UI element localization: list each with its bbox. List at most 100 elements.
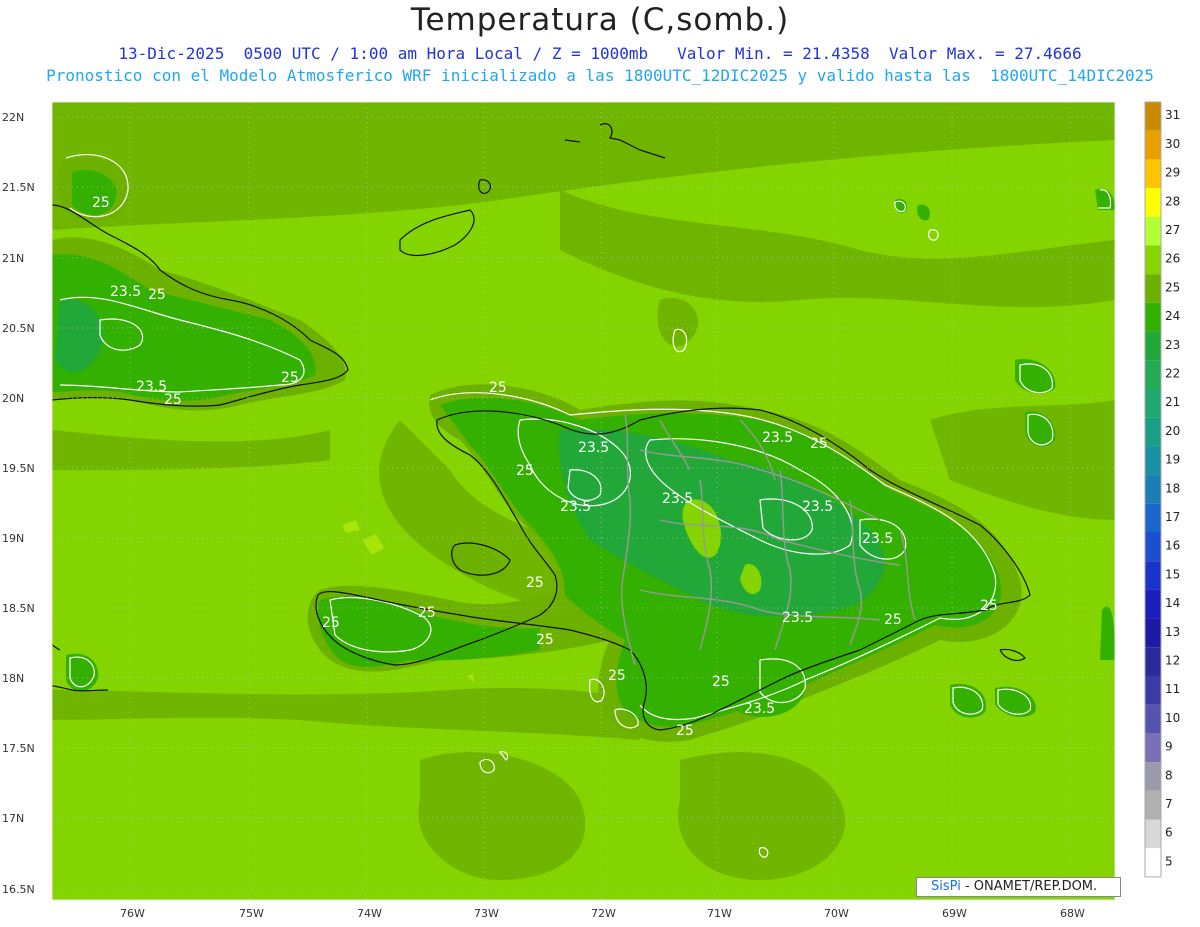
contour-label: 25: [526, 575, 544, 591]
lon-label: 68W: [1060, 907, 1085, 920]
colorbar-label: 11: [1165, 682, 1180, 696]
contour-label: 25: [92, 195, 110, 211]
colorbar-swatch: [1145, 790, 1161, 820]
lon-label: 71W: [707, 907, 732, 920]
colorbar-label: 21: [1165, 395, 1180, 409]
colorbar-swatch: [1145, 102, 1161, 131]
colorbar-label: 10: [1165, 711, 1180, 725]
contour-label: 25: [516, 463, 534, 479]
colorbar-swatch: [1145, 302, 1161, 332]
lat-label: 18N: [2, 672, 24, 685]
lon-label: 72W: [591, 907, 616, 920]
contour-label: 23.5: [782, 610, 813, 626]
lat-label: 16.5N: [2, 883, 35, 896]
lat-label: 20.5N: [2, 322, 35, 335]
colorbar-swatch: [1145, 159, 1161, 189]
colorbar-swatch: [1145, 647, 1161, 676]
colorbar-label: 30: [1165, 137, 1180, 151]
sispi-logo: SisPi: [931, 879, 961, 894]
colorbar-label: 29: [1165, 166, 1180, 180]
colorbar-label: 18: [1165, 481, 1180, 495]
colorbar-swatch: [1145, 446, 1161, 476]
colorbar-swatch: [1145, 503, 1161, 533]
colorbar-swatch: [1145, 245, 1161, 275]
colorbar-label: 9: [1165, 740, 1173, 754]
colorbar-label: 5: [1165, 854, 1173, 868]
colorbar-swatch: [1145, 561, 1161, 590]
colorbar-swatch: [1145, 762, 1161, 791]
contour-label: 25: [608, 668, 626, 684]
lat-label: 22N: [2, 111, 24, 124]
colorbar-label: 23: [1165, 338, 1180, 352]
colorbar-swatch: [1145, 532, 1161, 562]
contour-label: 25: [322, 615, 340, 631]
colorbar-swatch: [1145, 274, 1161, 303]
lat-label: 17N: [2, 812, 24, 825]
contour-label: 23.5: [578, 440, 609, 456]
colorbar-label: 24: [1165, 309, 1180, 323]
colorbar-swatch: [1145, 819, 1161, 849]
colorbar-swatch: [1145, 216, 1161, 246]
contour-label: 23.5: [744, 701, 775, 717]
colorbar-swatch: [1145, 589, 1161, 619]
colorbar-swatch: [1145, 417, 1161, 447]
contour-label: 25: [980, 598, 998, 614]
lon-label: 74W: [357, 907, 382, 920]
colorbar-label: 26: [1165, 252, 1180, 266]
lon-label: 75W: [239, 907, 264, 920]
contour-label: 23.5: [662, 491, 693, 507]
lon-label: 76W: [120, 907, 145, 920]
colorbar-label: 25: [1165, 280, 1180, 294]
colorbar-label: 15: [1165, 567, 1180, 581]
colorbar-swatch: [1145, 618, 1161, 648]
contour-label: 25: [148, 287, 166, 303]
longitude-labels: 76W 75W 74W 73W 72W 71W 70W 69W 68W: [120, 907, 1085, 920]
colorbar-label: 31: [1165, 108, 1180, 122]
lat-label: 20N: [2, 392, 24, 405]
lat-label: 21N: [2, 252, 24, 265]
contour-label: 25: [281, 370, 299, 386]
lat-label: 18.5N: [2, 602, 35, 615]
colorbar-swatch: [1145, 188, 1161, 217]
colorbar-label: 17: [1165, 510, 1180, 524]
latitude-labels: 22N 21.5N 21N 20.5N 20N 19.5N 19N 18.5N …: [2, 111, 35, 896]
colorbar-label: 12: [1165, 654, 1180, 668]
lat-label: 21.5N: [2, 181, 35, 194]
colorbar-swatch: [1145, 475, 1161, 504]
colorbar: 31 30 29 28 27 26 25 24 23 22 21 20 19 18 17 16 15 14 13 12…: [1144, 101, 1180, 878]
contour-label: 23.5: [136, 379, 167, 395]
contour-label: 23.5: [802, 499, 833, 515]
colorbar-label: 7: [1165, 797, 1173, 811]
colorbar-label: 28: [1165, 194, 1180, 208]
contour-label: 25: [164, 392, 182, 408]
colorbar-swatch: [1145, 389, 1161, 418]
contour-label: 25: [676, 723, 694, 739]
colorbar-label: 27: [1165, 223, 1180, 237]
contour-label: 23.5: [862, 531, 893, 547]
contour-label: 25: [712, 674, 730, 690]
lat-label: 17.5N: [2, 742, 35, 755]
colorbar-label: 13: [1165, 625, 1180, 639]
temperature-map: 25 23.5 25 23.5 25 25 25 23.5 25 23.5 23…: [2, 101, 1180, 920]
lon-label: 73W: [474, 907, 499, 920]
colorbar-swatch: [1145, 704, 1161, 734]
contour-label: 25: [810, 436, 828, 452]
colorbar-label: 22: [1165, 367, 1180, 381]
colorbar-label: 20: [1165, 424, 1180, 438]
contour-label: 25: [884, 612, 902, 628]
lat-label: 19.5N: [2, 462, 35, 475]
colorbar-swatch: [1145, 130, 1161, 160]
colorbar-label: 6: [1165, 826, 1173, 840]
contour-label: 23.5: [762, 430, 793, 446]
colorbar-label: 16: [1165, 539, 1180, 553]
lon-label: 69W: [942, 907, 967, 920]
colorbar-label: 8: [1165, 768, 1173, 782]
contour-label: 25: [489, 380, 507, 396]
contour-label: 25: [418, 605, 436, 621]
colorbar-label: 14: [1165, 596, 1180, 610]
contour-label: 25: [536, 632, 554, 648]
credit-text: - ONAMET/REP.DOM.: [960, 879, 1098, 894]
colorbar-swatch: [1145, 331, 1161, 361]
credit-box: SisPi - ONAMET/REP.DOM.: [916, 877, 1121, 897]
lon-label: 70W: [824, 907, 849, 920]
